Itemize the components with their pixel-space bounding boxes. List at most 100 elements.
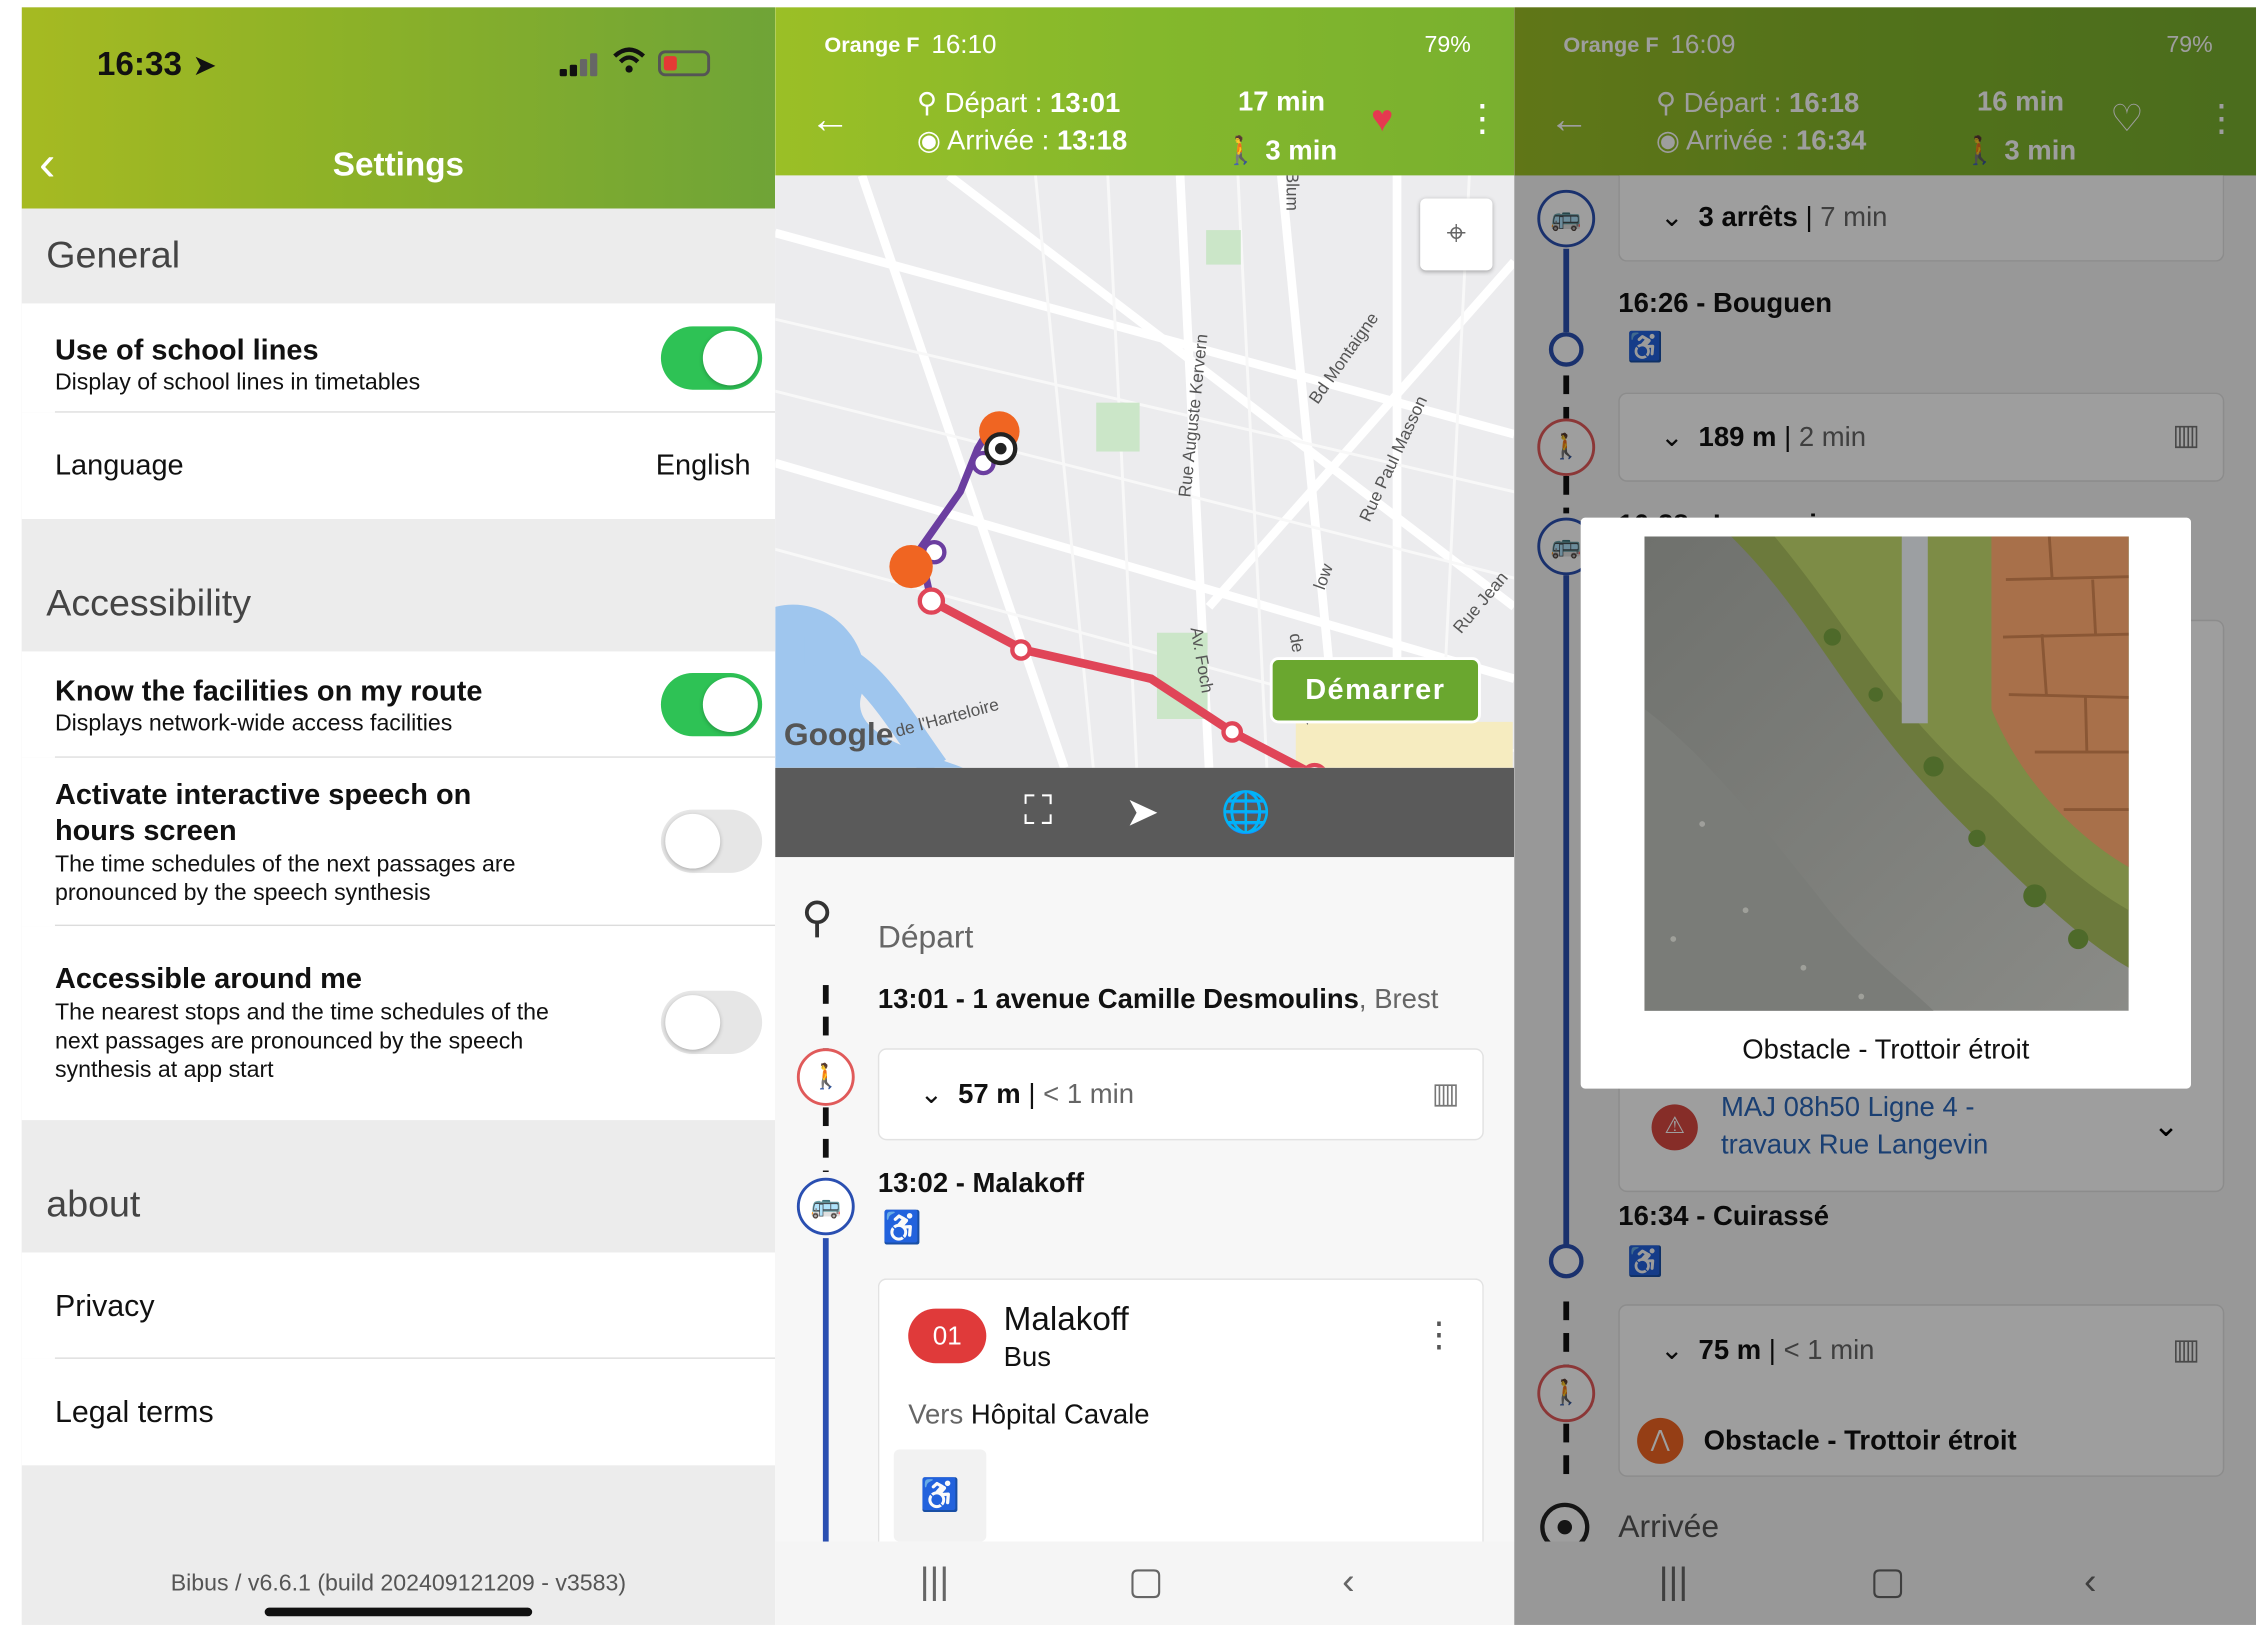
school-lines-toggle[interactable]: [660, 326, 763, 390]
android-nav-bar: ||| ▢ ‹: [775, 1541, 1515, 1625]
battery-icon: [658, 50, 711, 77]
home-icon[interactable]: ▢: [1128, 1559, 1164, 1604]
privacy-label: Privacy: [54, 1289, 155, 1323]
setting-title: Use of school lines: [54, 335, 319, 367]
settings-screen: 16:33 ➤ ‹ Settings General Use of school…: [21, 7, 776, 1625]
walk-time: < 1 min: [1043, 1079, 1135, 1111]
setting-subtitle-line1: The time schedules of the next passages …: [54, 852, 516, 878]
bus-line-card[interactable]: 01 Malakoff Bus ⋮ Vers Hôpital Cavale ♿: [877, 1278, 1484, 1552]
bus-step-icon: 🚌: [796, 1177, 855, 1236]
direction-prefix: Vers: [908, 1400, 964, 1431]
setting-subtitle-line2: next passages are pronounced by the spee…: [54, 1029, 524, 1055]
arrival-value: 13:18: [1056, 126, 1128, 157]
section-title: Accessibility: [46, 580, 252, 625]
walk-icon: 🚶: [1223, 136, 1258, 167]
navigation-arrow-icon[interactable]: ➤: [1125, 788, 1159, 835]
itinerary-detail-screen: Orange F 16:09 79% ← ⚲ Départ : 16:18 ◉ …: [1514, 7, 2257, 1625]
more-options-icon[interactable]: ⋮: [1464, 96, 1502, 141]
arrival-label: Arrivée :: [947, 126, 1050, 157]
line-badge: 01: [908, 1308, 987, 1364]
street-label: de: [1285, 631, 1309, 654]
speech-hours-toggle[interactable]: [660, 809, 763, 873]
setting-facilities[interactable]: Know the facilities on my route Displays…: [21, 651, 776, 758]
page-title: Settings: [332, 145, 465, 183]
walk-summary: ⌄ 57 m | < 1 min: [919, 1079, 1135, 1111]
start-button[interactable]: Démarrer: [1269, 657, 1481, 724]
language-value[interactable]: English: [656, 450, 751, 483]
back-arrow-icon[interactable]: ←: [810, 96, 850, 142]
wheelchair-icon: ♿: [893, 1449, 987, 1542]
start-place: 1 avenue Camille Desmoulins: [972, 985, 1359, 1016]
route-map[interactable]: Blum Bd Montaigne Rue Auguste Kervern Ru…: [775, 175, 1515, 768]
accessible-around-toggle[interactable]: [660, 990, 763, 1055]
recent-apps-icon[interactable]: |||: [920, 1559, 949, 1604]
setting-title-line2: hours screen: [54, 815, 237, 847]
walk-distance: 57 m: [958, 1079, 1021, 1111]
direction: Vers Hôpital Cavale: [908, 1401, 1149, 1433]
street-label: Blum: [1282, 175, 1303, 211]
arrival-time: ◉ Arrivée : 13:18: [917, 125, 1127, 158]
setting-subtitle-line3: synthesis at app start: [54, 1058, 274, 1083]
settings-header: 16:33 ➤ ‹ Settings: [21, 7, 776, 209]
line-name: Malakoff: [1003, 1299, 1129, 1338]
setting-subtitle-line2: pronounced by the speech synthesis: [54, 881, 431, 906]
walk-line: [822, 985, 829, 1050]
setting-subtitle-line1: The nearest stops and the time schedules…: [54, 1000, 549, 1026]
departure-pin-icon: ⚲: [801, 894, 833, 942]
obstacle-photo: [1644, 536, 2129, 1011]
setting-subtitle: Display of school lines in timetables: [54, 371, 421, 396]
back-nav-icon[interactable]: ‹: [1342, 1559, 1355, 1604]
departure-label: Départ :: [944, 89, 1043, 120]
walk-step-icon: 🚶: [796, 1048, 855, 1106]
stop-time: 13:02 - Malakoff: [877, 1169, 1084, 1200]
language-label: Language: [54, 450, 184, 482]
facilities-toggle[interactable]: [660, 672, 763, 737]
legal-terms-label: Legal terms: [54, 1396, 214, 1430]
departure-pin-icon: ⚲: [916, 89, 938, 120]
chevron-down-icon: ⌄: [919, 1079, 943, 1111]
setting-language[interactable]: Language English: [21, 412, 776, 520]
itinerary-screen: Orange F 16:10 79% ← ⚲ Départ : 13:01 ◉ …: [775, 7, 1515, 1625]
section-title: General: [46, 232, 181, 277]
status-time: 16:33: [96, 44, 182, 82]
setting-title-line1: Activate interactive speech on: [54, 779, 472, 812]
my-location-icon[interactable]: ⌖: [1420, 198, 1493, 271]
departure-time: ⚲ Départ : 13:01: [917, 88, 1120, 121]
section-general: General: [21, 208, 776, 304]
more-options-icon[interactable]: ⋮: [1422, 1314, 1457, 1356]
setting-accessible-around[interactable]: Accessible around me The nearest stops a…: [21, 926, 776, 1121]
location-arrow-icon: ➤: [192, 50, 217, 82]
version-text: Bibus / v6.6.1 (build 202409121209 - v35…: [170, 1571, 627, 1597]
status-carrier: Orange F: [824, 33, 920, 58]
setting-speech-hours[interactable]: Activate interactive speech on hours scr…: [21, 757, 776, 927]
setting-school-lines[interactable]: Use of school lines Display of school li…: [21, 303, 776, 413]
walk-segment[interactable]: ⌄ 57 m | < 1 min ▥: [877, 1048, 1484, 1141]
map-icon[interactable]: ▥: [1432, 1076, 1459, 1112]
start-city: , Brest: [1358, 985, 1439, 1016]
wheelchair-icon: ♿: [882, 1209, 922, 1246]
favorite-heart-icon[interactable]: ♥: [1371, 96, 1393, 141]
photo-caption: Obstacle - Trottoir étroit: [1742, 1035, 2030, 1066]
wifi-icon: [612, 46, 647, 83]
itinerary-header: Orange F 16:10 79% ← ⚲ Départ : 13:01 ◉ …: [775, 7, 1515, 176]
departure-title: Départ: [877, 918, 974, 955]
trip-duration: 17 min: [1237, 87, 1326, 118]
privacy-item[interactable]: Privacy: [21, 1252, 776, 1359]
home-indicator[interactable]: [264, 1607, 533, 1617]
globe-icon[interactable]: 🌐: [1221, 788, 1271, 835]
legal-terms-item[interactable]: Legal terms: [21, 1358, 776, 1466]
stage: 16:33 ➤ ‹ Settings General Use of school…: [0, 0, 2259, 1625]
section-title: about: [46, 1182, 141, 1226]
bus-line: [822, 1238, 829, 1543]
section-about: about: [21, 1120, 776, 1253]
setting-subtitle: Displays network-wide access facilities: [54, 711, 453, 737]
fullscreen-icon[interactable]: ⛶: [1024, 788, 1052, 835]
direction-value: Hôpital Cavale: [970, 1400, 1150, 1431]
departure-value: 13:01: [1050, 89, 1121, 120]
arrival-target-icon: ◉: [916, 126, 941, 157]
setting-title: Know the facilities on my route: [54, 675, 483, 708]
map-toolbar: ⛶ ➤ 🌐: [775, 767, 1515, 858]
obstacle-photo-dialog: Obstacle - Trottoir étroit: [1580, 517, 2191, 1089]
status-battery: 79%: [1424, 33, 1471, 58]
start-time: 13:01 -: [877, 985, 973, 1016]
